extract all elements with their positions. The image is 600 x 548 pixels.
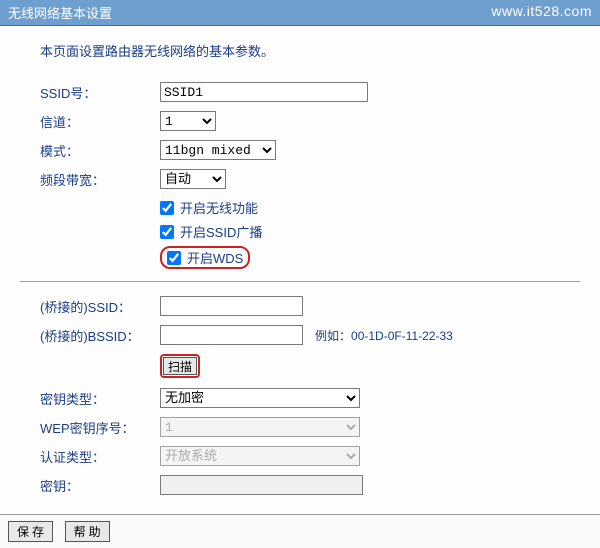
footer-bar: 保 存 帮 助	[0, 514, 600, 548]
scan-highlight: 扫描	[160, 354, 200, 378]
enable-wireless-label: 开启无线功能	[180, 198, 258, 217]
page-description: 本页面设置路由器无线网络的基本参数。	[40, 41, 580, 60]
bridge-bssid-label: (桥接的)BSSID：	[40, 326, 160, 345]
ssid-input[interactable]	[160, 82, 368, 102]
auth-type-select: 开放系统	[160, 446, 360, 466]
channel-label: 信道：	[40, 112, 160, 131]
scan-button[interactable]: 扫描	[163, 357, 197, 375]
bandwidth-select[interactable]: 自动	[160, 169, 226, 189]
wep-index-label: WEP密钥序号：	[40, 418, 160, 437]
mode-label: 模式：	[40, 141, 160, 160]
bandwidth-label: 频段带宽：	[40, 170, 160, 189]
bssid-example: 例如：00-1D-0F-11-22-33	[315, 327, 453, 344]
key-type-label: 密钥类型：	[40, 389, 160, 408]
bridge-ssid-label: (桥接的)SSID：	[40, 297, 160, 316]
bridge-bssid-input[interactable]	[160, 325, 303, 345]
key-label: 密钥：	[40, 476, 160, 495]
ssid-label: SSID号：	[40, 83, 160, 102]
channel-select[interactable]: 1	[160, 111, 216, 131]
help-button[interactable]: 帮 助	[65, 521, 110, 542]
enable-wireless-checkbox[interactable]	[160, 201, 174, 215]
panel-header: 无线网络基本设置	[0, 0, 600, 26]
wep-index-select: 1	[160, 417, 360, 437]
mode-select[interactable]: 11bgn mixed	[160, 140, 276, 160]
enable-ssid-broadcast-label: 开启SSID广播	[180, 222, 262, 241]
enable-ssid-broadcast-checkbox[interactable]	[160, 225, 174, 239]
auth-type-label: 认证类型：	[40, 447, 160, 466]
key-type-select[interactable]: 无加密	[160, 388, 360, 408]
wds-highlight: 开启WDS	[160, 246, 250, 269]
panel-title: 无线网络基本设置	[8, 6, 112, 21]
enable-wds-checkbox[interactable]	[167, 251, 181, 265]
bridge-ssid-input[interactable]	[160, 296, 303, 316]
enable-wds-label: 开启WDS	[187, 248, 243, 267]
key-input	[160, 475, 363, 495]
divider	[20, 281, 580, 282]
save-button[interactable]: 保 存	[8, 521, 53, 542]
